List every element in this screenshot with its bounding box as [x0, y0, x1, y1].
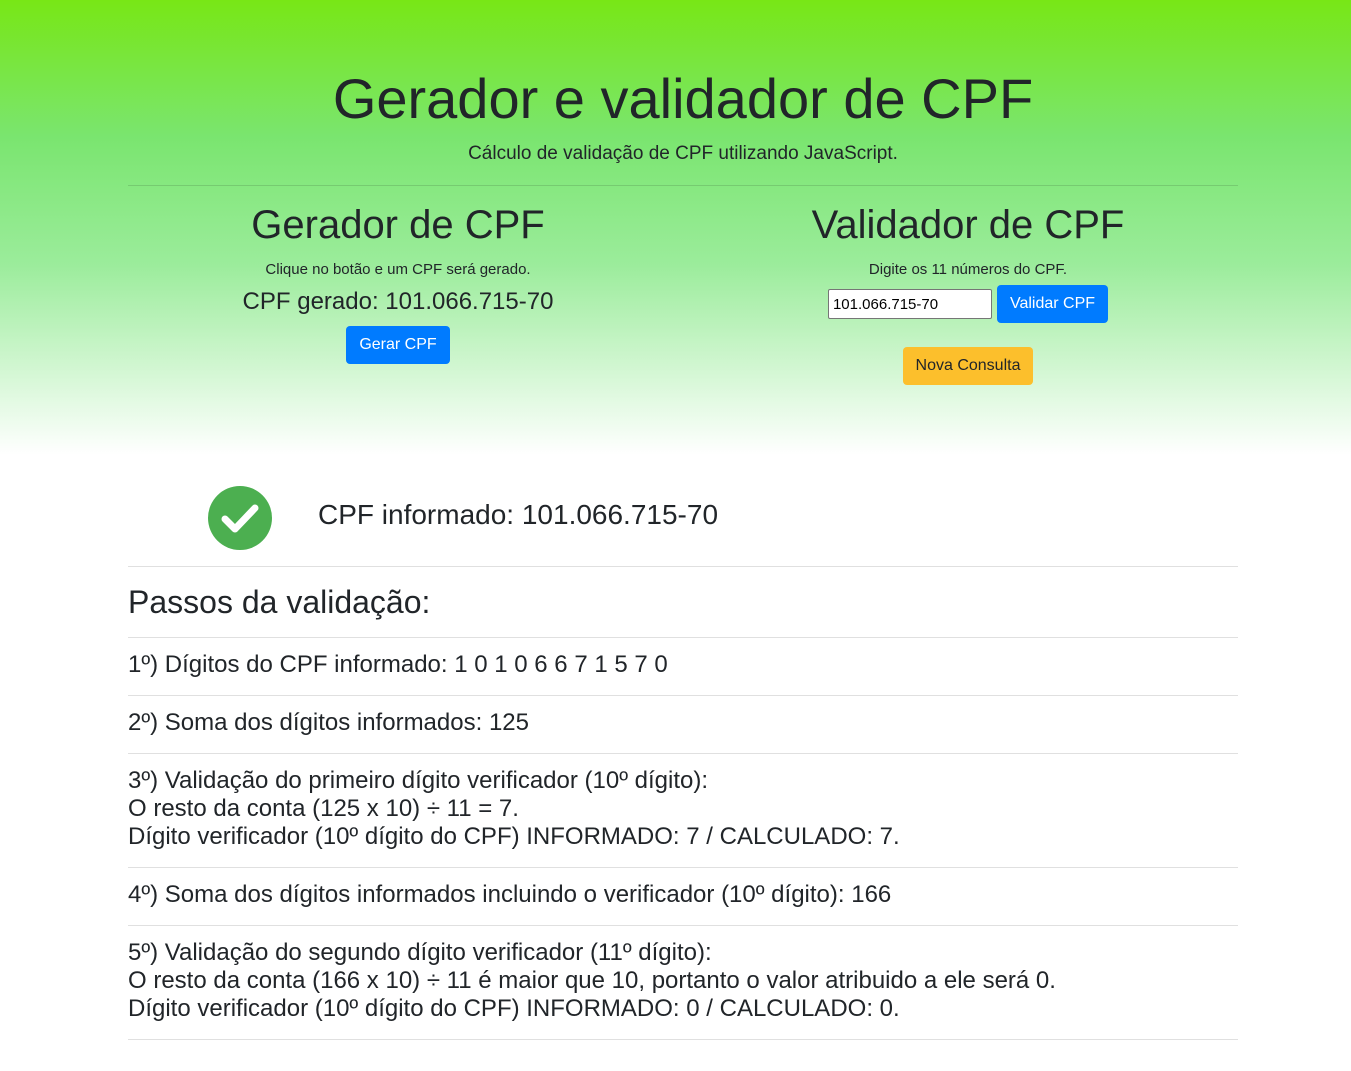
- steps-title: Passos da validação:: [128, 566, 1238, 637]
- steps-list: 1º) Dígitos do CPF informado: 1 0 1 0 6 …: [128, 637, 1238, 1040]
- page-subtitle: Cálculo de validação de CPF utilizando J…: [468, 143, 898, 164]
- generated-cpf: CPF gerado: 101.066.715-70: [242, 288, 554, 315]
- generator-title: Gerador de CPF: [251, 203, 545, 247]
- validation-step: 4º) Soma dos dígitos informados incluind…: [128, 867, 1238, 925]
- cpf-input[interactable]: [827, 289, 992, 319]
- validation-step: 3º) Validação do primeiro dígito verific…: [128, 753, 1238, 867]
- validator-title: Validador de CPF: [811, 203, 1125, 247]
- step-line: O resto da conta (166 x 10) ÷ 11 é maior…: [128, 967, 1056, 994]
- generator-hint: Clique no botão e um CPF será gerado.: [265, 261, 531, 278]
- validation-step: 1º) Dígitos do CPF informado: 1 0 1 0 6 …: [128, 637, 1238, 695]
- validator-hint: Digite os 11 números do CPF.: [868, 261, 1068, 278]
- result-text: CPF informado: 101.066.715-70: [318, 499, 719, 530]
- step-line: 1º) Dígitos do CPF informado: 1 0 1 0 6 …: [128, 651, 668, 678]
- validator-section: Validador de CPF Digite os 11 números do…: [698, 200, 1238, 385]
- step-line: Dígito verificador (10º dígito do CPF) I…: [128, 823, 900, 850]
- step-line: 2º) Soma dos dígitos informados: 125: [128, 709, 529, 736]
- generator-section: Gerador de CPF Clique no botão e um CPF …: [128, 200, 668, 364]
- validate-cpf-button[interactable]: Validar CPF: [996, 285, 1109, 323]
- new-query-button[interactable]: Nova Consulta: [902, 347, 1034, 385]
- validation-steps: Passos da validação: 1º) Dígitos do CPF …: [128, 566, 1238, 1040]
- step-line: O resto da conta (125 x 10) ÷ 11 = 7.: [128, 795, 519, 822]
- step-line: 4º) Soma dos dígitos informados incluind…: [128, 881, 892, 908]
- step-line: 3º) Validação do primeiro dígito verific…: [128, 767, 709, 794]
- validation-result: CPF informado: 101.066.715-70: [128, 486, 1238, 550]
- validate-form: Validar CPF: [698, 285, 1238, 323]
- step-line: 5º) Validação do segundo dígito verifica…: [128, 939, 712, 966]
- validation-step: 2º) Soma dos dígitos informados: 125: [128, 695, 1238, 753]
- generate-cpf-button[interactable]: Gerar CPF: [346, 326, 450, 364]
- check-circle-icon: [208, 486, 272, 550]
- step-line: Dígito verificador (10º dígito do CPF) I…: [128, 995, 900, 1022]
- page-title: Gerador e validador de CPF: [332, 67, 1034, 130]
- header-divider: [128, 185, 1238, 186]
- main-container: Gerador e validador de CPF Cálculo de va…: [128, 0, 1238, 1071]
- validation-step: 5º) Validação do segundo dígito verifica…: [128, 925, 1238, 1040]
